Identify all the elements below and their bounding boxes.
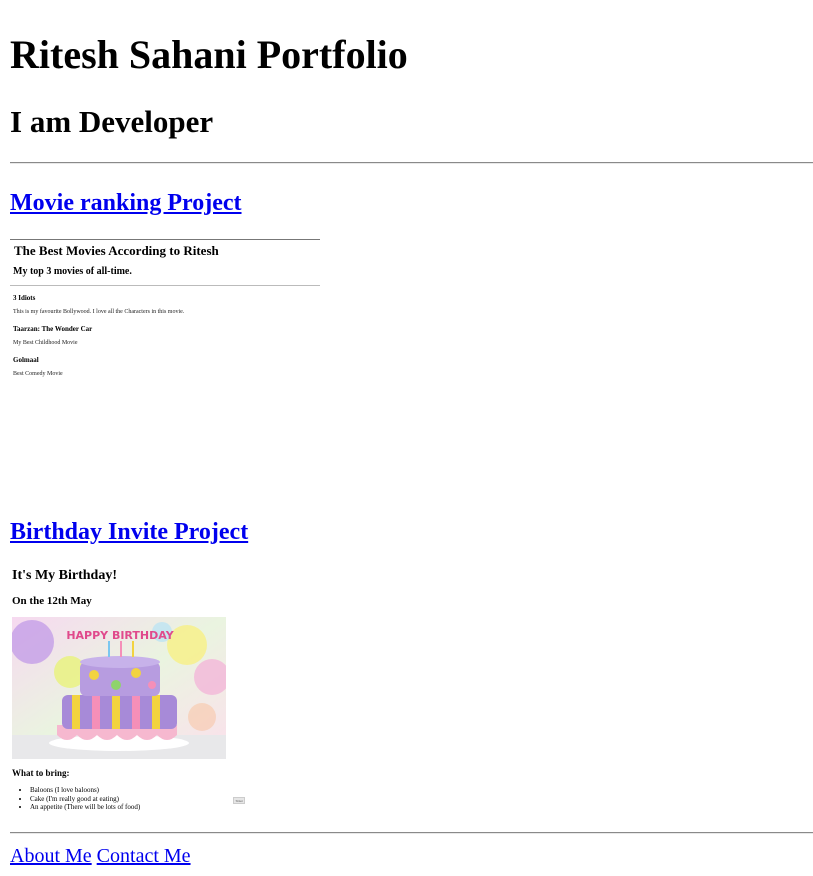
movie-description: This is my favourite Bollywood. I love a…: [13, 309, 185, 315]
divider-bottom: [10, 832, 813, 834]
rsvp-button[interactable]: Ticket: [233, 797, 245, 804]
bring-list: Baloons (I love baloons) Cake (I'm reall…: [20, 786, 140, 812]
page-subtitle: I am Developer: [10, 104, 214, 139]
list-item: Baloons (I love baloons): [30, 786, 140, 795]
about-me-link[interactable]: About Me: [10, 845, 92, 867]
movie-description: Best Comedy Movie: [13, 371, 63, 377]
birthday-title: It's My Birthday!: [12, 568, 117, 583]
birthday-date: On the 12th May: [12, 595, 92, 607]
divider-top: [10, 162, 813, 164]
birthday-cake-image: HAPPY BIRTHDAY: [12, 617, 226, 759]
movie-description: My Best Childhood Movie: [13, 340, 78, 346]
contact-me-link[interactable]: Contact Me: [97, 845, 191, 867]
cake-topper-text: HAPPY BIRTHDAY: [66, 629, 174, 642]
movie-name: 3 Idiots: [13, 294, 36, 302]
footer-nav: About Me Contact Me: [10, 845, 191, 868]
movie-project-link[interactable]: Movie ranking Project: [10, 188, 242, 218]
movie-preview-subtitle: My top 3 movies of all-time.: [13, 266, 132, 277]
movie-preview-title: The Best Movies According to Ritesh: [14, 243, 219, 258]
birthday-project-link[interactable]: Birthday Invite Project: [10, 517, 248, 547]
page-title: Ritesh Sahani Portfolio: [10, 32, 408, 77]
list-item: An appetite (There will be lots of food): [30, 803, 140, 812]
bring-heading: What to bring:: [12, 768, 70, 778]
movie-name: Golmaal: [13, 356, 39, 364]
movie-project-preview: The Best Movies According to Ritesh My t…: [10, 236, 320, 486]
movie-name: Taarzan: The Wonder Car: [13, 325, 93, 333]
list-item: Cake (I'm really good at eating): [30, 795, 140, 804]
